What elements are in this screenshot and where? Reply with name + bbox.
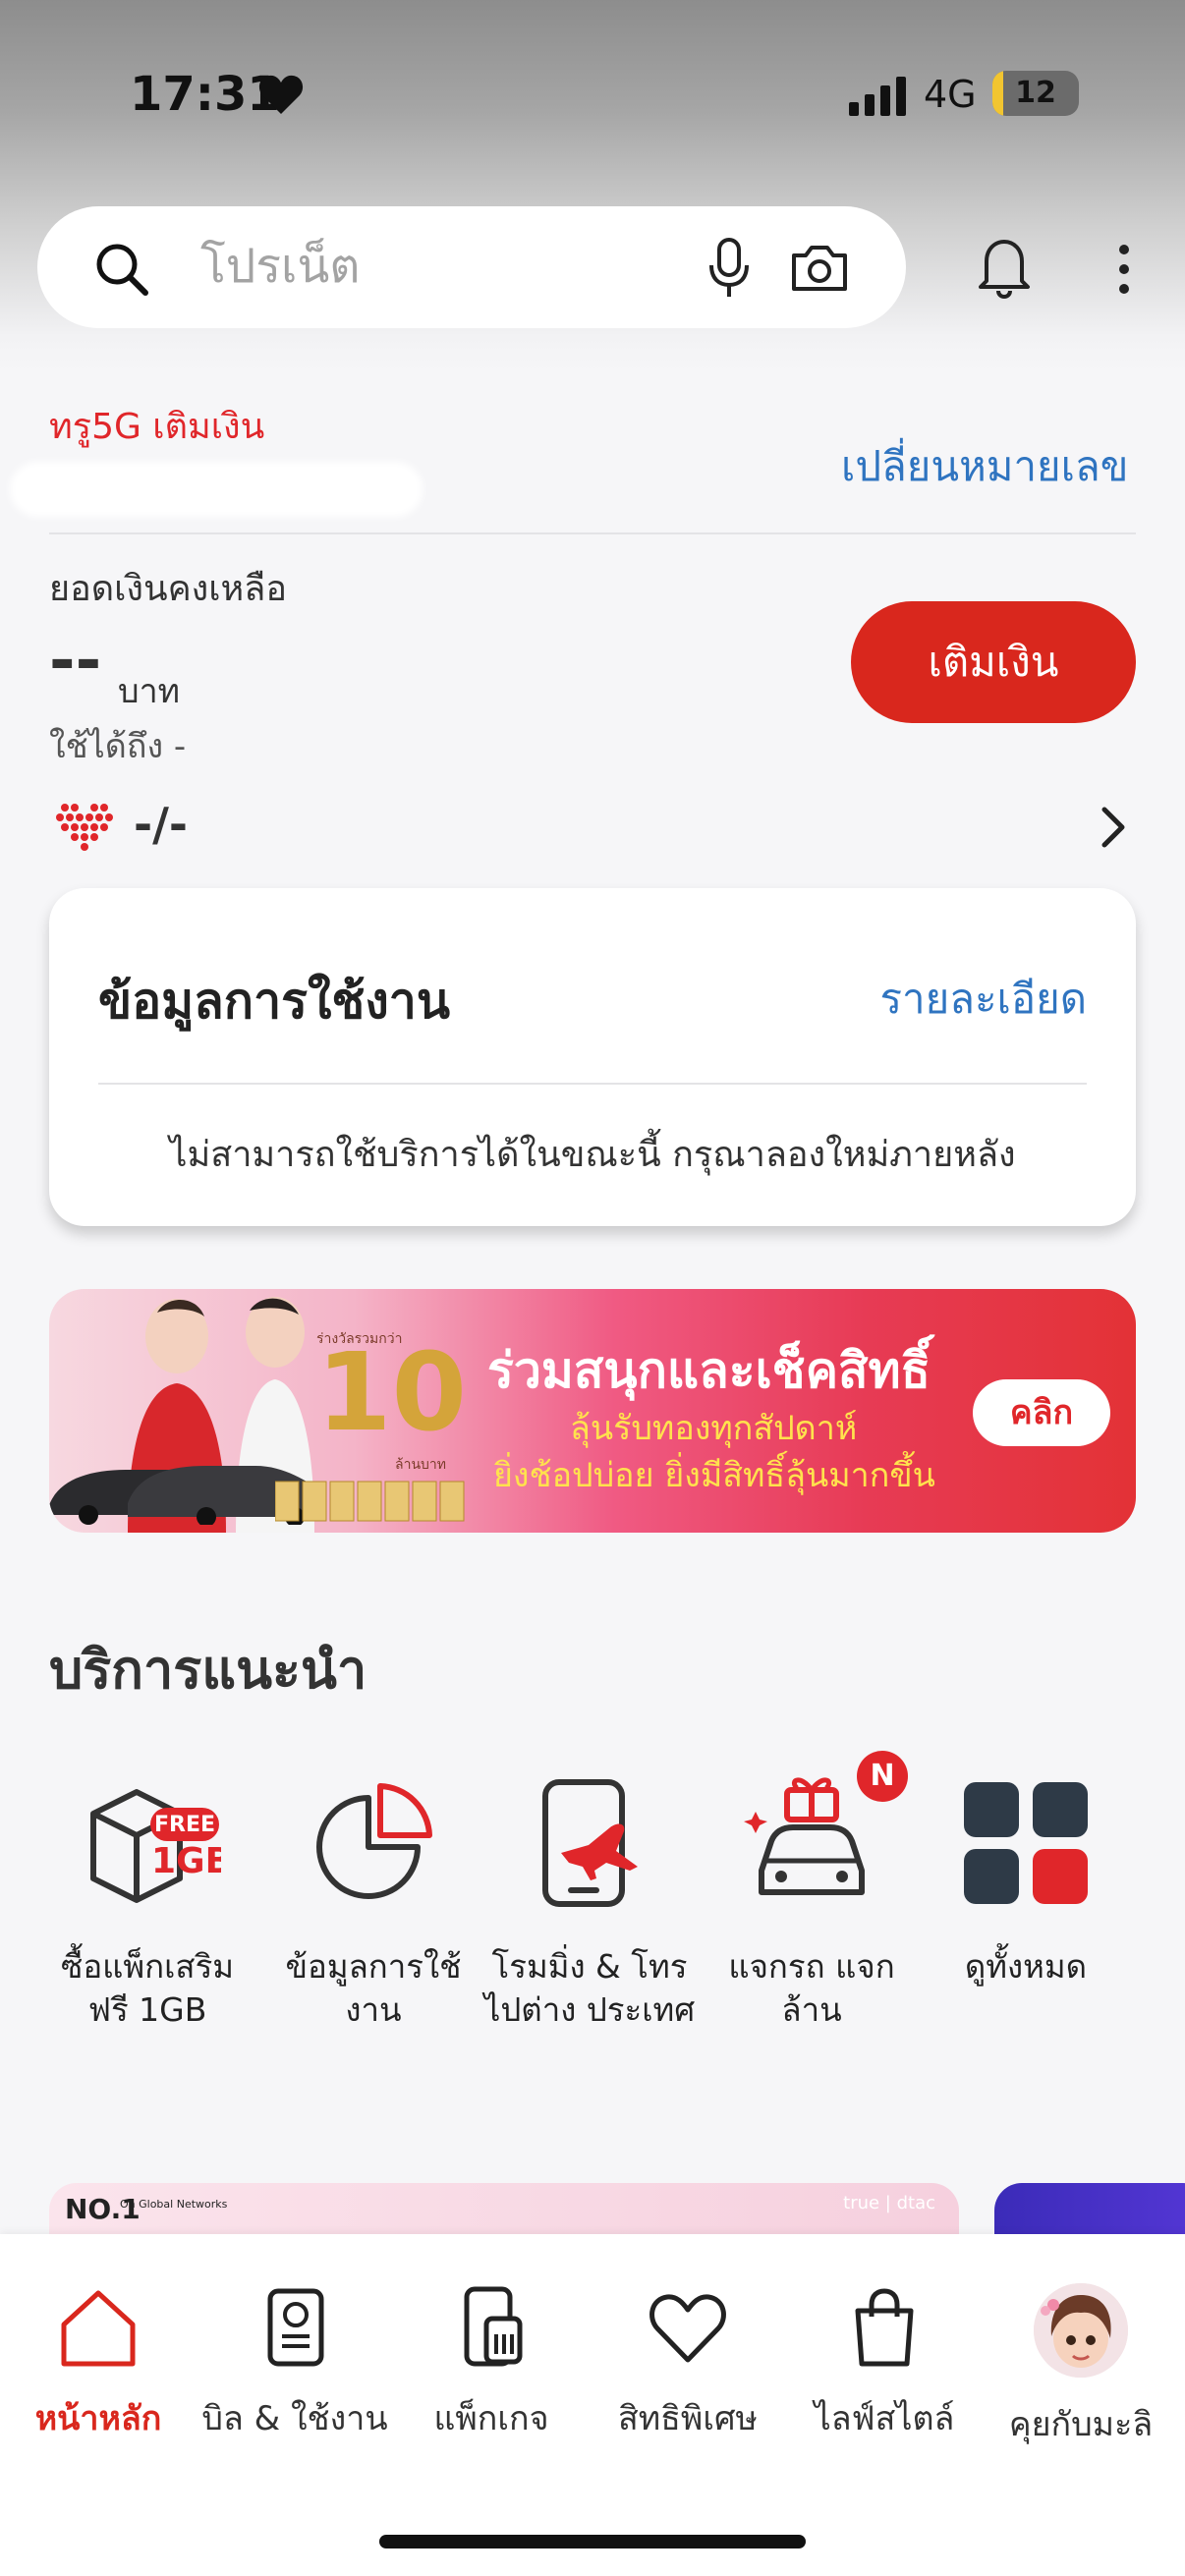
bottom-navigation: หน้าหลัก บิล & ใช้งาน แพ็กเกจ สิทธิพิเศษ… — [0, 2234, 1185, 2576]
home-screen: 17:31 4G 12 โปรเน็ต ทรู5G เติมเงิน เปลี่… — [0, 0, 1185, 2576]
network-type: 4G — [924, 73, 977, 116]
pie-chart-icon — [316, 1783, 432, 1899]
service-label: แจกรถ แจก ล้าน — [728, 1947, 895, 2029]
service-label: โรมมิ่ง & โทร ไปต่าง ประเทศ — [483, 1947, 696, 2029]
promo-subtitle: On Global Networks — [120, 2198, 228, 2211]
heart-status-icon — [258, 75, 304, 114]
nav-home[interactable]: หน้าหลัก — [0, 2283, 197, 2444]
1gb-text: 1GB — [151, 1841, 221, 1881]
banner-title: ร่วมสนุกและเช็คสิทธิ์ — [487, 1342, 931, 1399]
microphone-icon[interactable] — [702, 236, 757, 299]
nav-bill-usage[interactable]: บิล & ใช้งาน — [197, 2283, 393, 2444]
nav-label: หน้าหลัก — [34, 2399, 162, 2438]
free-text: FREE — [154, 1813, 215, 1837]
balance-value: -- — [49, 625, 102, 698]
service-label: ข้อมูลการใช้ งาน — [285, 1947, 462, 2029]
divider — [49, 532, 1136, 534]
box-free-1gb-icon: FREE 1GB — [90, 1789, 221, 1903]
banner-subtitle-2: ยิ่งช้อปบ่อย ยิ่งมีสิทธิ์ลุ้นมากขึ้น — [493, 1456, 935, 1495]
balance-label: ยอดเงินคงเหลือ — [49, 569, 287, 609]
camera-icon[interactable] — [788, 240, 851, 295]
service-roaming[interactable]: โรมมิ่ง & โทร ไปต่าง ประเทศ — [481, 1768, 698, 2032]
battery-indicator: 12 — [992, 71, 1079, 116]
bill-icon — [267, 2288, 324, 2367]
chevron-right-icon[interactable] — [1093, 804, 1132, 851]
usage-card: ข้อมูลการใช้งาน รายละเอียด ไม่สามารถใช้บ… — [49, 888, 1136, 1226]
usage-details-link[interactable]: รายละเอียด — [879, 967, 1087, 1032]
topup-button[interactable]: เติมเงิน — [851, 601, 1136, 723]
banner-prize-number: 10 — [316, 1329, 468, 1455]
nav-lifestyle[interactable]: ไลฟ์สไตล์ — [786, 2283, 983, 2444]
notification-bell-icon[interactable] — [975, 232, 1034, 299]
home-icon — [61, 2290, 136, 2367]
promo-brand: true | dtac — [843, 2193, 935, 2213]
nav-label: ไลฟ์สไตล์ — [814, 2399, 955, 2438]
usage-title: ข้อมูลการใช้งาน — [98, 973, 451, 1030]
phone-plane-icon — [542, 1779, 638, 1907]
service-car-giveaway[interactable]: แจกรถ แจก ล้าน — [704, 1768, 920, 2032]
mali-avatar — [1034, 2283, 1128, 2378]
new-badge: N — [857, 1751, 908, 1802]
nav-label: แพ็กเกจ — [433, 2399, 549, 2438]
status-bar: 17:31 4G 12 — [0, 59, 1185, 138]
phone-number-redacted — [10, 462, 423, 517]
services-title: บริการแนะนำ — [49, 1639, 367, 1701]
nav-privileges[interactable]: สิทธิพิเศษ — [590, 2283, 786, 2444]
change-number-link[interactable]: เปลี่ยนหมายเลข — [841, 434, 1128, 499]
home-indicator — [379, 2535, 806, 2548]
usage-error-message: ไม่สามารถใช้บริการได้ในขณะนี้ กรุณาลองให… — [169, 1135, 1016, 1175]
banner-prize-unit: ล้านบาท — [395, 1457, 446, 1473]
nav-label: คุยกับมะลิ — [1008, 2405, 1154, 2444]
more-menu-icon[interactable] — [1104, 242, 1144, 297]
banner-gold-bars-image — [275, 1481, 465, 1522]
promo-banner[interactable]: ร่างวัลรวมกว่า 10 ล้านบาท ร่วมสนุกและเช็… — [49, 1289, 1136, 1533]
service-label: ดูทั้งหมด — [964, 1947, 1088, 1986]
banner-subtitle-1: ลุ้นรับทองทุกสัปดาห์ — [570, 1409, 858, 1448]
service-buy-addon[interactable]: FREE 1GB ซื้อแพ็กเสริม ฟรี 1GB — [39, 1768, 255, 2032]
battery-level: 12 — [1015, 76, 1056, 110]
points-value[interactable]: -/- — [134, 798, 188, 851]
signal-icon — [849, 77, 906, 116]
heart-icon — [649, 2294, 726, 2363]
nav-chat-mali[interactable]: คุยกับมะลิ — [983, 2283, 1179, 2450]
nav-label: สิทธิพิเศษ — [618, 2399, 758, 2438]
valid-until: ใช้ได้ถึง - — [49, 727, 187, 766]
services-grid: FREE 1GB ซื้อแพ็กเสริม ฟรี 1GB ข้อมูลการ… — [0, 1768, 1185, 2093]
grid-icon — [964, 1782, 1088, 1904]
service-view-all[interactable]: ดูทั้งหมด — [918, 1768, 1134, 1988]
service-usage-info[interactable]: ข้อมูลการใช้ งาน — [265, 1768, 481, 2032]
balance-unit: บาท — [118, 672, 181, 711]
points-heart-icon — [56, 804, 113, 851]
nav-package[interactable]: แพ็กเกจ — [393, 2283, 590, 2444]
search-bar[interactable] — [37, 206, 906, 328]
service-label: ซื้อแพ็กเสริม ฟรี 1GB — [60, 1947, 235, 2029]
package-icon — [464, 2286, 523, 2367]
divider — [98, 1083, 1087, 1085]
shopping-bag-icon — [855, 2288, 914, 2367]
nav-label: บิล & ใช้งาน — [201, 2399, 388, 2438]
account-type-label: ทรู5G เติมเงิน — [49, 407, 265, 447]
search-input[interactable] — [200, 232, 692, 301]
search-icon — [96, 244, 148, 296]
banner-click-button[interactable]: คลิก — [973, 1379, 1110, 1446]
